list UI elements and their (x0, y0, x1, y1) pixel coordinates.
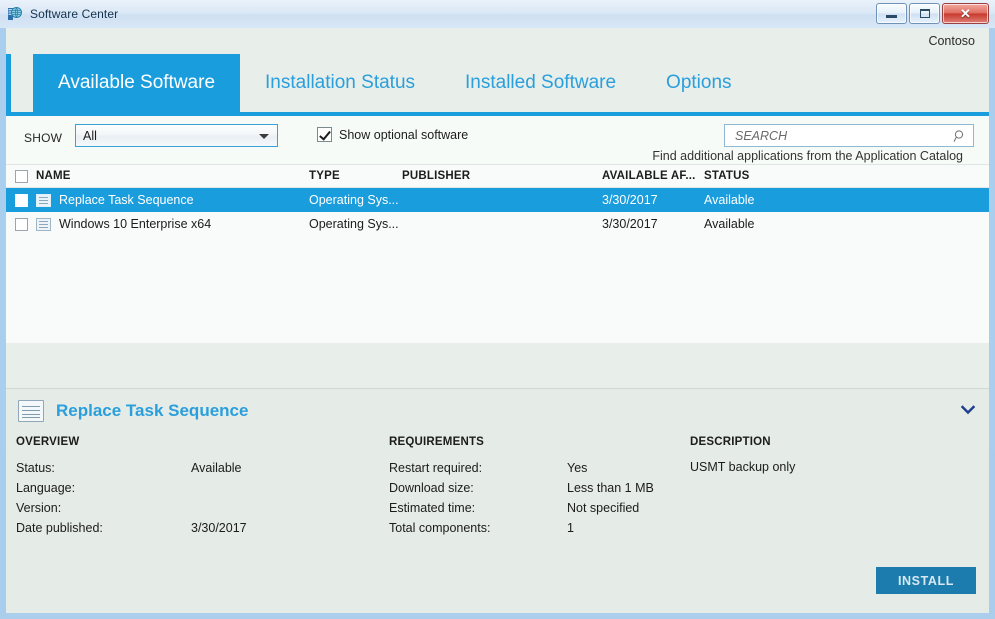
row-available-after-cell: 3/30/2017 (602, 193, 658, 207)
overview-status-label: Status: (16, 461, 55, 475)
requirements-restart-row: Restart required: Yes (389, 458, 684, 478)
row-name-cell: Windows 10 Enterprise x64 (36, 217, 309, 231)
row-type-cell: Operating Sys... (309, 193, 399, 207)
maximize-icon (919, 9, 930, 18)
overview-language-label: Language: (16, 481, 76, 495)
row-status-cell: Available (704, 217, 755, 231)
overview-status-value: Available (191, 461, 242, 475)
table-row[interactable]: Windows 10 Enterprise x64 Operating Sys.… (6, 212, 989, 236)
row-name-cell: Replace Task Sequence (36, 193, 309, 207)
detail-pane: Replace Task Sequence OVERVIEW Status: A… (6, 388, 989, 613)
overview-status-row: Status: Available (16, 458, 386, 478)
search-icon[interactable] (953, 129, 967, 148)
column-header-name[interactable]: NAME (36, 170, 309, 182)
row-name-text: Replace Task Sequence (59, 193, 194, 207)
task-sequence-icon (18, 400, 44, 422)
window-title: Software Center (30, 7, 119, 21)
minimize-button[interactable] (876, 3, 907, 24)
show-optional-software-label: Show optional software (339, 127, 469, 142)
search-box[interactable] (724, 124, 974, 147)
list-header: NAME TYPE PUBLISHER AVAILABLE AF... STAT… (6, 165, 989, 188)
show-optional-software-checkbox[interactable]: Show optional software (317, 127, 468, 142)
filter-toolbar: SHOW All Show optional software Find ad (6, 116, 989, 164)
description-text: USMT backup only (690, 460, 796, 474)
checkbox-icon (14, 193, 28, 207)
column-header-publisher[interactable]: PUBLISHER (402, 170, 602, 182)
show-label: SHOW (24, 131, 63, 145)
requirements-heading: REQUIREMENTS (389, 436, 485, 448)
overview-heading: OVERVIEW (16, 436, 80, 448)
chevron-down-icon[interactable] (960, 403, 976, 419)
requirements-total-components-row: Total components: 1 (389, 518, 684, 538)
overview-version-row: Version: (16, 498, 386, 518)
requirements-total-components-value: 1 (567, 521, 574, 535)
client-area: Contoso Available Software Installation … (6, 28, 989, 613)
requirements-download-size-row: Download size: Less than 1 MB (389, 478, 684, 498)
requirements-total-components-label: Total components: (389, 521, 491, 535)
detail-title: Replace Task Sequence (56, 401, 249, 420)
row-type-cell: Operating Sys... (309, 217, 399, 231)
close-icon: ✕ (960, 6, 971, 21)
chevron-down-icon (259, 134, 269, 139)
requirements-download-size-label: Download size: (389, 481, 474, 495)
show-filter-value: All (83, 128, 97, 143)
requirements-download-size-value: Less than 1 MB (567, 481, 654, 495)
tab-options[interactable]: Options (641, 54, 756, 112)
tab-installation-status[interactable]: Installation Status (240, 54, 440, 112)
table-row[interactable]: Replace Task Sequence Operating Sys... 3… (6, 188, 989, 212)
tab-available-software[interactable]: Available Software (33, 54, 241, 112)
checkbox-icon (14, 169, 28, 183)
row-status-cell: Available (704, 193, 755, 207)
checkbox-icon (14, 217, 28, 231)
software-center-icon (7, 6, 23, 22)
organization-name: Contoso (928, 34, 975, 48)
title-bar: Software Center ✕ (0, 0, 995, 28)
tab-installed-software[interactable]: Installed Software (440, 54, 641, 112)
overview-date-published-label: Date published: (16, 521, 103, 535)
software-center-window: Software Center ✕ Contoso Available Soft… (0, 0, 995, 619)
tab-bar: Available Software Installation Status I… (6, 54, 989, 112)
requirements-restart-value: Yes (567, 461, 588, 475)
close-button[interactable]: ✕ (942, 3, 989, 24)
description-section: DESCRIPTION USMT backup only (690, 436, 980, 476)
overview-date-published-value: 3/30/2017 (191, 521, 247, 535)
requirements-estimated-time-label: Estimated time: (389, 501, 476, 515)
row-name-text: Windows 10 Enterprise x64 (59, 217, 212, 231)
search-input[interactable] (733, 127, 947, 144)
show-filter-dropdown[interactable]: All (75, 124, 278, 147)
overview-language-row: Language: (16, 478, 386, 498)
column-header-status[interactable]: STATUS (704, 170, 884, 182)
select-all-checkbox[interactable] (6, 169, 36, 183)
software-list: NAME TYPE PUBLISHER AVAILABLE AF... STAT… (6, 164, 989, 343)
task-sequence-icon (36, 193, 51, 207)
description-heading: DESCRIPTION (690, 436, 771, 448)
minimize-icon (886, 15, 897, 18)
requirements-restart-label: Restart required: (389, 461, 483, 475)
requirements-estimated-time-row: Estimated time: Not specified (389, 498, 684, 518)
row-checkbox[interactable] (6, 217, 36, 231)
requirements-section: REQUIREMENTS Restart required: Yes Downl… (389, 436, 684, 538)
column-header-type[interactable]: TYPE (309, 170, 402, 182)
window-controls: ✕ (876, 3, 989, 24)
application-catalog-link[interactable]: Find additional applications from the Ap… (652, 149, 963, 163)
overview-section: OVERVIEW Status: Available Language: Ver… (16, 436, 386, 538)
checkbox-checked-icon (317, 127, 332, 142)
column-header-available-after[interactable]: AVAILABLE AF... (602, 170, 704, 182)
detail-header: Replace Task Sequence (6, 389, 989, 433)
install-button[interactable]: INSTALL (876, 567, 976, 594)
row-available-after-cell: 3/30/2017 (602, 217, 658, 231)
requirements-estimated-time-value: Not specified (567, 501, 640, 515)
task-sequence-icon (36, 217, 51, 231)
overview-date-published-row: Date published: 3/30/2017 (16, 518, 386, 538)
row-checkbox[interactable] (6, 193, 36, 207)
overview-version-label: Version: (16, 501, 62, 515)
maximize-button[interactable] (909, 3, 940, 24)
